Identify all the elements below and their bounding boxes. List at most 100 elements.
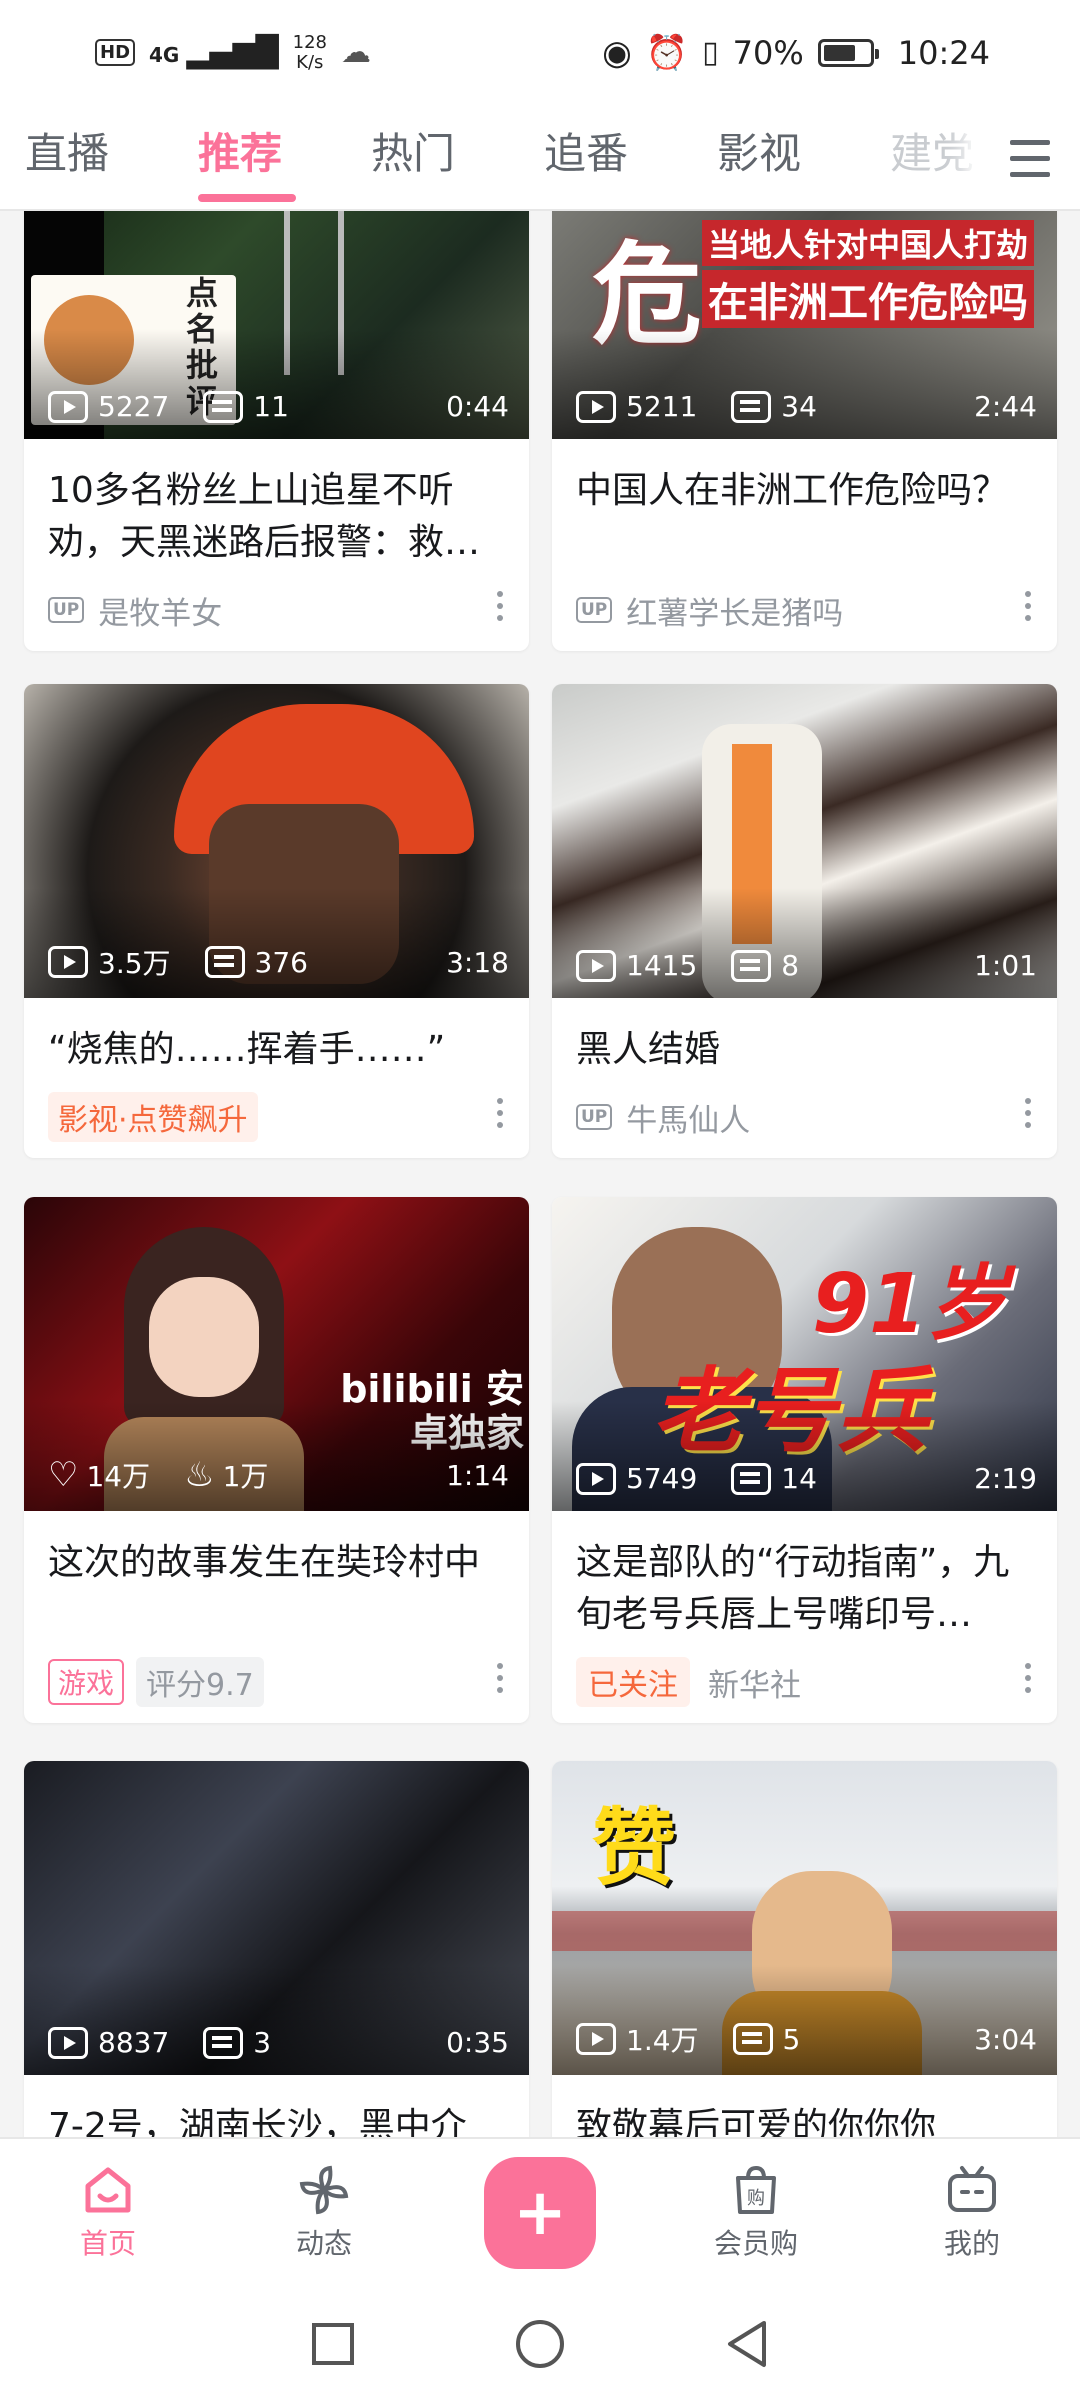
video-card[interactable]: bilibili 安卓独家 ♡ 14万 ♨ 1万 1:14 这次的故事发生在奘玲…	[24, 1197, 529, 1723]
play-count: 8837	[98, 2026, 170, 2059]
more-options-icon[interactable]	[495, 1098, 505, 1128]
category-tag[interactable]: 影视·点赞飙升	[48, 1092, 258, 1142]
back-icon[interactable]	[722, 2317, 772, 2371]
battery-icon	[817, 38, 879, 67]
video-thumbnail[interactable]: 当地人针对中国人打劫 危 在非洲工作危险吗 5211 34 2:44	[552, 211, 1057, 439]
eye-icon: ◉	[602, 32, 632, 73]
danmaku-count: 5	[782, 2022, 801, 2056]
video-title[interactable]: 中国人在非洲工作危险吗？	[576, 465, 1033, 569]
play-count: 5227	[98, 390, 170, 423]
nav-dynamics[interactable]: 动态	[249, 2164, 399, 2262]
video-card[interactable]: 91岁 老号兵 5749 14 2:19 这是部队的“行动指南”，九旬老号兵唇上…	[552, 1197, 1057, 1723]
game-tag[interactable]: 游戏	[48, 1659, 125, 1705]
cloud-icon: ☁	[340, 35, 371, 70]
tab-movies[interactable]: 影视	[717, 105, 890, 209]
danmaku-count: 3	[253, 2026, 272, 2059]
video-title[interactable]: 10多名粉丝上山追星不听劝，天黑迷路后报警：救…	[48, 465, 505, 569]
danmaku-count: 8	[781, 949, 800, 982]
video-title[interactable]: 致敬幕后可爱的你你你	[576, 2101, 1033, 2137]
nav-publish[interactable]: +	[465, 2157, 615, 2269]
up-badge: UP	[576, 597, 613, 623]
tab-live[interactable]: 直播	[25, 105, 198, 209]
heart-icon: ♡	[48, 1455, 79, 1495]
duration: 1:14	[446, 1458, 509, 1492]
play-count-icon	[576, 390, 616, 423]
tab-recommend[interactable]: 推荐	[198, 105, 371, 209]
up-badge: UP	[48, 597, 85, 623]
play-count: 3.5万	[98, 947, 171, 980]
danmaku-icon	[731, 390, 772, 423]
video-title[interactable]: 这是部队的“行动指南”，九旬老号兵唇上号嘴印号…	[576, 1537, 1033, 1641]
play-count: 1415	[626, 949, 698, 982]
video-thumbnail[interactable]: 8837 3 0:35	[24, 1761, 529, 2075]
menu-icon[interactable]	[980, 105, 1080, 209]
video-title[interactable]: 这次的故事发生在奘玲村中	[48, 1537, 505, 1641]
play-count: 5749	[626, 1462, 698, 1495]
play-count-icon	[576, 949, 616, 982]
nav-home[interactable]: 首页	[33, 2164, 183, 2262]
author-name[interactable]: 新华社	[708, 1660, 801, 1705]
duration: 2:19	[974, 1462, 1037, 1495]
video-card[interactable]: 3.5万 376 3:18 “烧焦的……挥着手……” 影视·点赞飙升	[24, 684, 529, 1158]
like-count: 14万	[86, 1460, 151, 1493]
author-name[interactable]: 牛馬仙人	[626, 1095, 750, 1140]
video-card[interactable]: 点名批评 5227 11 0:44 10多名粉丝上山追星不听劝，天黑迷路后报警：…	[24, 211, 529, 651]
video-card[interactable]: 当地人针对中国人打劫 危 在非洲工作危险吗 5211 34 2:44 中国人在非…	[552, 211, 1057, 651]
recent-apps-icon[interactable]	[308, 2319, 358, 2369]
thumb-overlay-text-2: 在非洲工作危险吗	[702, 270, 1034, 328]
play-count-icon	[576, 1462, 616, 1495]
video-card[interactable]: 8837 3 0:35 7-2号，湖南长沙，黑中介	[24, 1761, 529, 2137]
video-feed: 点名批评 5227 11 0:44 10多名粉丝上山追星不听劝，天黑迷路后报警：…	[0, 211, 1080, 2137]
video-card[interactable]: 1415 8 1:01 黑人结婚 UP 牛馬仙人	[552, 684, 1057, 1158]
video-thumbnail[interactable]: bilibili 安卓独家 ♡ 14万 ♨ 1万 1:14	[24, 1197, 529, 1511]
author-name[interactable]: 是牧羊女	[98, 588, 222, 633]
network-speed: 128 K/s	[292, 31, 327, 73]
more-options-icon[interactable]	[1023, 591, 1033, 621]
nav-shop[interactable]: 购 会员购	[681, 2164, 831, 2262]
video-thumbnail[interactable]: 点名批评 5227 11 0:44	[24, 211, 529, 439]
duration: 0:35	[446, 2026, 509, 2059]
svg-text:购: 购	[747, 2188, 765, 2209]
vibrate-icon: ▯	[702, 35, 719, 70]
battery-percent: 70%	[732, 33, 804, 72]
video-thumbnail[interactable]: 91岁 老号兵 5749 14 2:19	[552, 1197, 1057, 1511]
thumb-overlay-text: 赞	[592, 1799, 677, 1897]
video-title[interactable]: 7-2号，湖南长沙，黑中介	[48, 2101, 505, 2137]
video-thumbnail[interactable]: 1415 8 1:01	[552, 684, 1057, 998]
danmaku-icon	[731, 1462, 772, 1495]
play-count: 1.4万	[626, 2024, 699, 2057]
flame-icon: ♨	[184, 1455, 215, 1495]
danmaku-count: 11	[253, 390, 289, 423]
home-circle-icon[interactable]	[513, 2317, 567, 2371]
video-thumbnail[interactable]: 3.5万 376 3:18	[24, 684, 529, 998]
video-title[interactable]: 黑人结婚	[576, 1024, 1033, 1076]
play-count: 5211	[626, 390, 698, 423]
duration: 2:44	[974, 390, 1037, 423]
video-card[interactable]: 赞 1.4万 5 3:04 致敬幕后可爱的你你你	[552, 1761, 1057, 2137]
clock: 10:24	[897, 33, 990, 72]
more-options-icon[interactable]	[495, 1663, 505, 1693]
video-thumbnail[interactable]: 赞 1.4万 5 3:04	[552, 1761, 1057, 2075]
duration: 3:18	[446, 945, 509, 979]
danmaku-count: 14	[781, 1462, 817, 1495]
duration: 3:04	[974, 2022, 1037, 2056]
more-options-icon[interactable]	[1023, 1663, 1033, 1693]
danmaku-icon	[732, 2023, 773, 2055]
danmaku-icon	[731, 949, 772, 982]
play-count-icon	[48, 946, 88, 978]
followed-badge: 已关注	[576, 1657, 690, 1707]
tab-hot[interactable]: 热门	[371, 105, 544, 209]
top-tab-bar: 直播 推荐 热门 追番 影视 建党	[0, 105, 1080, 211]
plus-icon: +	[484, 2157, 596, 2269]
up-badge: UP	[576, 1104, 613, 1130]
nav-shop-label: 会员购	[713, 2227, 798, 2260]
nav-mine[interactable]: 我的	[897, 2164, 1047, 2262]
home-icon	[85, 2167, 131, 2213]
more-options-icon[interactable]	[1023, 1098, 1033, 1128]
more-options-icon[interactable]	[495, 591, 505, 621]
thumb-overlay-text: 当地人针对中国人打劫	[702, 220, 1035, 266]
play-count-icon	[48, 2026, 88, 2059]
video-title[interactable]: “烧焦的……挥着手……”	[48, 1024, 505, 1076]
tab-anime[interactable]: 追番	[544, 105, 717, 209]
author-name[interactable]: 红薯学长是猪吗	[626, 588, 843, 633]
